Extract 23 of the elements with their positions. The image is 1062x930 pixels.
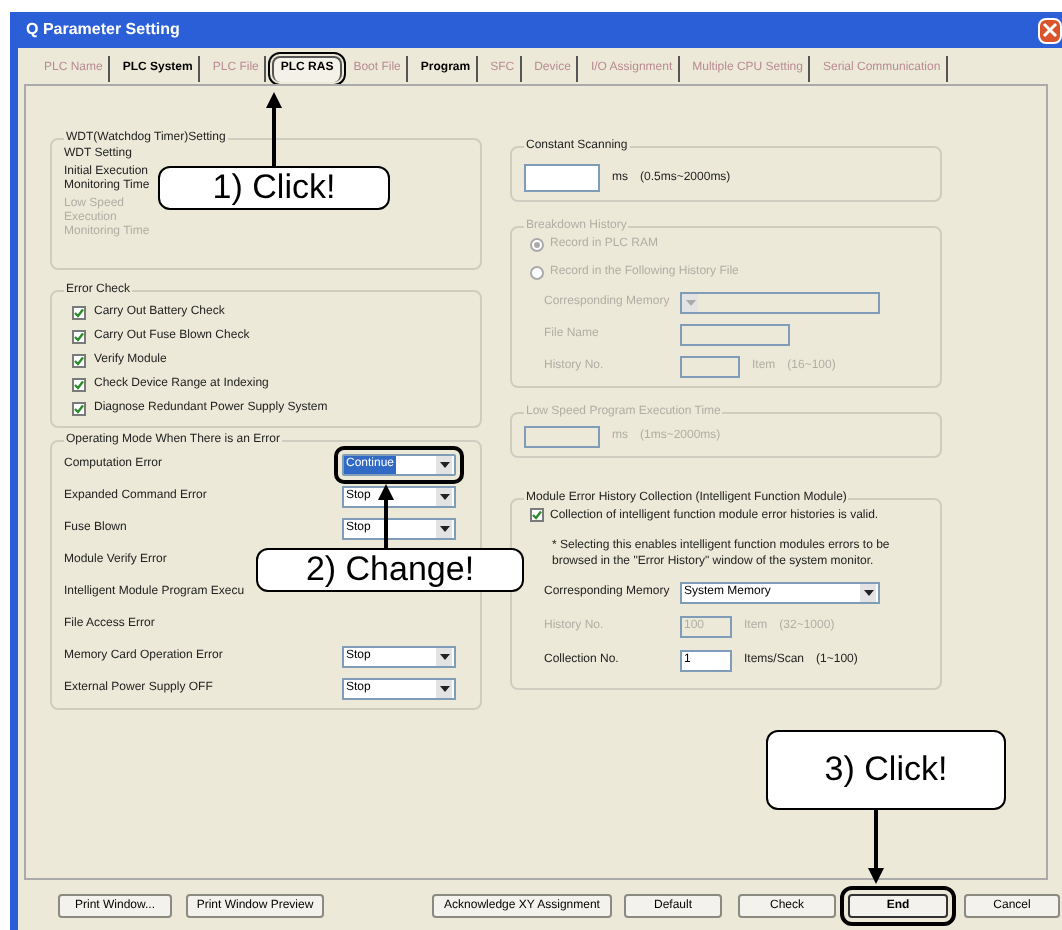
checkbox[interactable] (72, 378, 86, 392)
caret-icon (436, 680, 452, 698)
arrow (378, 484, 394, 548)
caret-icon (436, 520, 452, 538)
checkbox[interactable] (530, 508, 544, 522)
input-field[interactable] (524, 164, 600, 192)
checkbox[interactable] (72, 402, 86, 416)
caret-icon (860, 584, 876, 602)
caret-icon (436, 488, 452, 506)
checkbox[interactable] (72, 330, 86, 344)
callout: 1) Click! (158, 166, 390, 210)
arrow (266, 92, 282, 166)
input-field (680, 324, 790, 346)
arrow (868, 810, 884, 884)
checkbox[interactable] (72, 354, 86, 368)
input-field (680, 356, 740, 378)
window-title: Q Parameter Setting (26, 18, 180, 42)
callout: 2) Change! (256, 548, 524, 592)
checkbox[interactable] (72, 306, 86, 320)
close-icon[interactable] (1038, 17, 1062, 43)
callout: 3) Click! (766, 730, 1006, 810)
caret-icon (436, 456, 452, 474)
caret-icon (436, 648, 452, 666)
